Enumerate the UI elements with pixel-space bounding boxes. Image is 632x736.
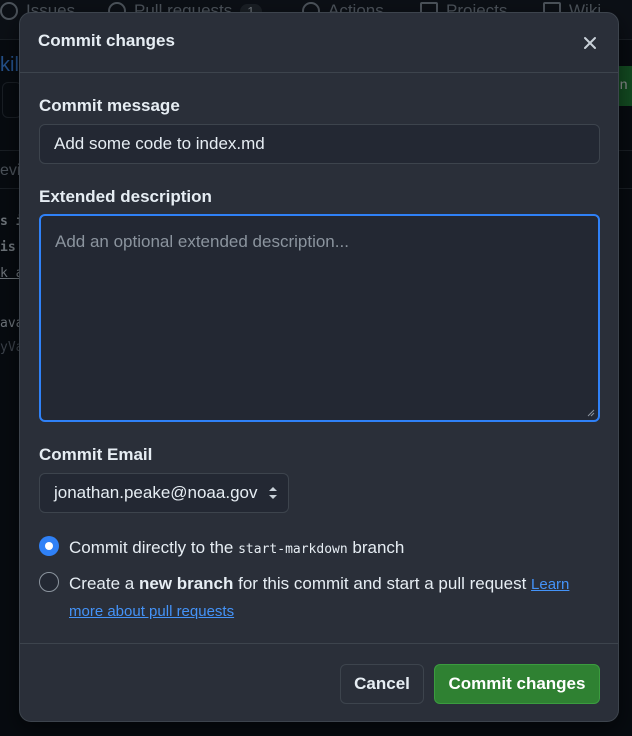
commit-message-input[interactable]: Add some code to index.md (39, 124, 600, 164)
dialog-header: Commit changes (20, 13, 618, 73)
commit-direct-label: Commit directly to the start-markdown br… (69, 538, 405, 557)
extended-description-textarea[interactable]: Add an optional extended description... (39, 214, 600, 422)
new-branch-label: Create a new branch for this commit and … (69, 574, 570, 620)
resize-grip-icon[interactable] (585, 407, 595, 417)
extended-description-label: Extended description (39, 187, 212, 206)
extended-description-placeholder: Add an optional extended description... (55, 232, 349, 251)
new-branch-option[interactable]: Create a new branch for this commit and … (39, 571, 599, 625)
commit-direct-radio[interactable] (39, 536, 59, 556)
commit-direct-option[interactable]: Commit directly to the start-markdown br… (39, 535, 404, 563)
select-arrows-icon (269, 487, 277, 499)
new-branch-radio[interactable] (39, 572, 59, 592)
close-icon (584, 37, 596, 49)
commit-email-select[interactable]: jonathan.peake@noaa.gov (39, 473, 289, 513)
dialog-footer: Cancel Commit changes (20, 643, 618, 721)
commit-email-value: jonathan.peake@noaa.gov (54, 483, 258, 502)
commit-message-label: Commit message (39, 96, 180, 115)
cancel-button[interactable]: Cancel (340, 664, 424, 704)
commit-changes-dialog: Commit changes Commit message Add some c… (19, 12, 619, 722)
close-button[interactable] (576, 29, 604, 57)
commit-changes-button[interactable]: Commit changes (434, 664, 600, 704)
commit-email-label: Commit Email (39, 445, 153, 464)
branch-name: start-markdown (238, 542, 348, 557)
dialog-title: Commit changes (38, 31, 175, 50)
